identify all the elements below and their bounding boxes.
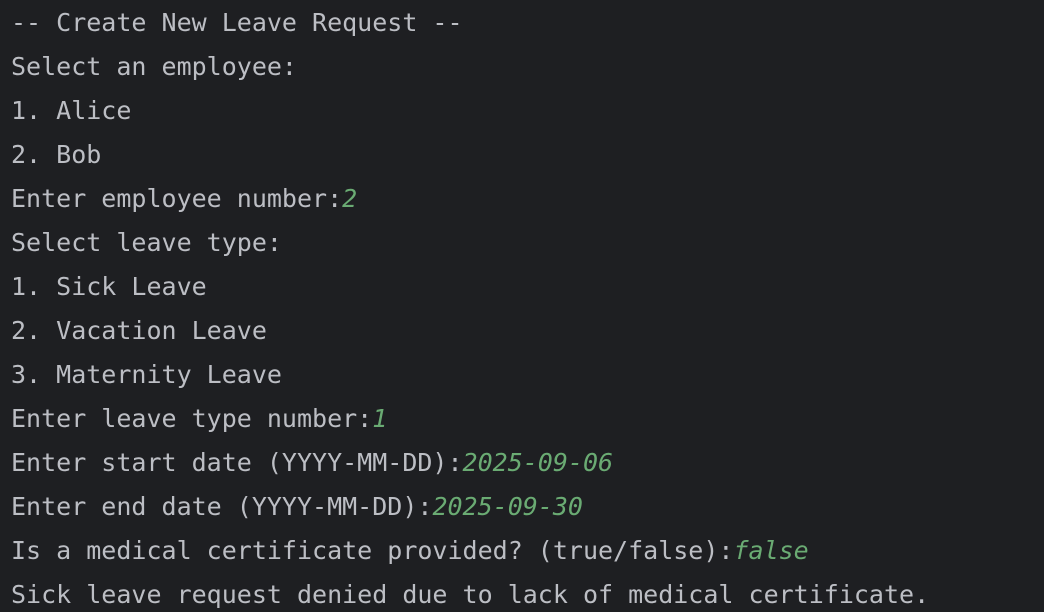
leave-type-number-prompt: Enter leave type number: [11,404,373,433]
start-date-prompt: Enter start date (YYYY-MM-DD): [11,448,463,477]
certificate-line: Is a medical certificate provided? (true… [11,529,1044,573]
leave-type-option-sick: 1. Sick Leave [11,272,207,301]
employee-option-bob: 2. Bob [11,140,102,169]
result-message: Sick leave request denied due to lack of… [11,580,930,609]
leave-type-option-maternity: 3. Maternity Leave [11,360,282,389]
employee-option-alice: 1. Alice [11,96,132,125]
employee-number-prompt: Enter employee number: [11,184,343,213]
leave-type-number-input: 1 [372,404,388,433]
end-date-prompt: Enter end date (YYYY-MM-DD): [11,492,433,521]
employee-number-input: 2 [342,184,358,213]
start-date-input: 2025-09-06 [462,448,614,477]
leave-type-option-vacation: 2. Vacation Leave [11,316,267,345]
start-date-line: Enter start date (YYYY-MM-DD):2025-09-06 [11,441,1044,485]
employee-prompt: Select an employee: [11,52,297,81]
leave-type-number-line: Enter leave type number:1 [11,397,1044,441]
employee-number-line: Enter employee number:2 [11,177,1044,221]
console-header: -- Create New Leave Request -- [11,8,463,37]
end-date-input: 2025-09-30 [432,492,583,521]
certificate-prompt: Is a medical certificate provided? (true… [11,536,734,565]
certificate-input: false [733,536,809,565]
console-output[interactable]: -- Create New Leave Request -- Select an… [0,0,1044,612]
end-date-line: Enter end date (YYYY-MM-DD):2025-09-30 [11,485,1044,529]
leave-type-prompt: Select leave type: [11,228,282,257]
